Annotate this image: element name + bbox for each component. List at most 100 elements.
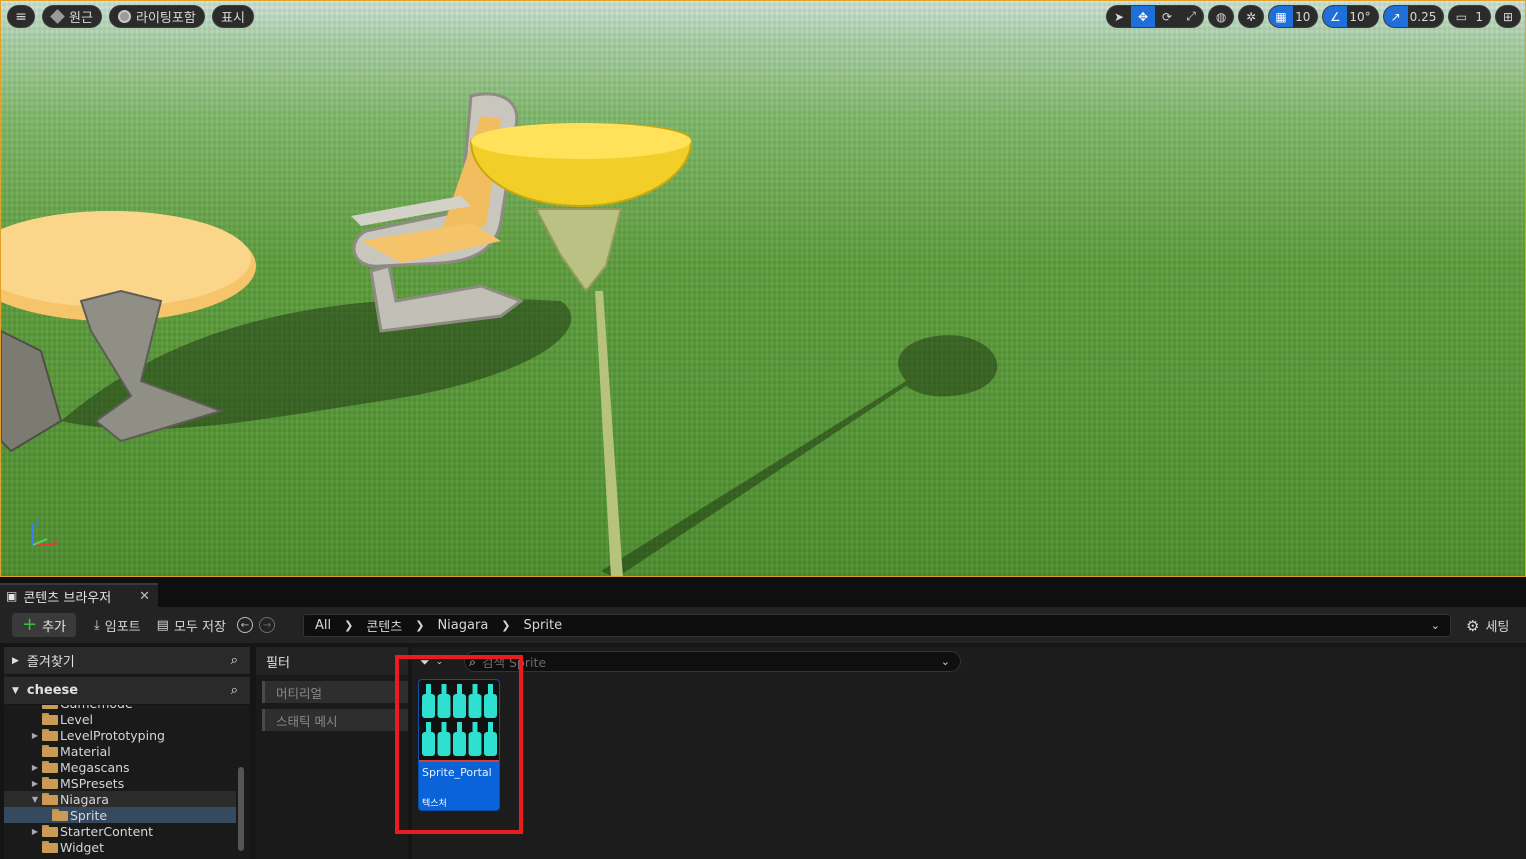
folder-item[interactable]: ▶ Megascans: [4, 759, 236, 775]
breadcrumb-content[interactable]: 콘텐츠: [366, 616, 408, 635]
chevron-right-icon[interactable]: ❯: [337, 619, 366, 632]
folder-item[interactable]: Sprite: [4, 807, 236, 823]
content-browser-tab[interactable]: ▣ 콘텐츠 브라우저 ✕: [0, 583, 158, 607]
show-button[interactable]: 표시: [212, 5, 254, 28]
translate-mode-button[interactable]: ✥: [1131, 6, 1156, 27]
layout-grid-icon: ⊞: [1502, 9, 1514, 24]
folder-icon: [42, 793, 58, 805]
folder-icon: [42, 841, 58, 853]
world-space-button[interactable]: ◍: [1209, 6, 1233, 27]
chevron-right-icon[interactable]: ▶: [30, 779, 40, 788]
breadcrumb-niagara[interactable]: Niagara: [437, 618, 494, 633]
folder-item[interactable]: Widget: [4, 839, 236, 855]
content-browser-icon: ▣: [6, 589, 18, 603]
favorites-label: 즐겨찾기: [26, 655, 75, 670]
import-button[interactable]: ⤓ 임포트: [86, 613, 149, 637]
surface-snap-group: ✲: [1238, 5, 1265, 28]
save-all-button[interactable]: ▤ 모두 저장: [149, 613, 234, 637]
rotation-snap-group: ∠ 10°: [1322, 5, 1379, 28]
select-mode-button[interactable]: ➤: [1107, 6, 1131, 27]
favorites-header[interactable]: ▶ 즐겨찾기 ⌕: [4, 647, 250, 675]
globe-icon: ◍: [1215, 9, 1227, 24]
chevron-right-icon[interactable]: ❯: [494, 619, 523, 632]
scale-snap-toggle[interactable]: ↗: [1383, 6, 1408, 27]
grid-snap-toggle[interactable]: ▦: [1269, 6, 1294, 27]
content-browser-tabbar: ▣ 콘텐츠 브라우저 ✕: [0, 577, 1526, 607]
highlight-annotation: [395, 655, 523, 834]
svg-text:x: x: [53, 536, 58, 545]
folder-item[interactable]: ▶ MSPresets: [4, 775, 236, 791]
folder-item[interactable]: Level: [4, 711, 236, 727]
cursor-icon: ➤: [1114, 9, 1125, 24]
axis-gizmo-icon: z x: [32, 518, 58, 546]
grid-icon: ▦: [1275, 9, 1287, 24]
folder-icon: [42, 729, 58, 741]
grid-snap-value[interactable]: 10: [1293, 10, 1317, 24]
filter-item-static-mesh[interactable]: 스태틱 메시: [262, 709, 408, 731]
asset-search-box[interactable]: ⌕ 검색 Sprite ⌄: [464, 651, 961, 672]
folder-icon: [42, 761, 58, 773]
filter-item-material[interactable]: 머티리얼: [262, 681, 408, 703]
surface-snap-icon: ✲: [1246, 9, 1257, 24]
asset-view[interactable]: [412, 647, 1526, 859]
viewport-menu-button[interactable]: ≡: [7, 5, 35, 28]
chevron-right-icon[interactable]: ▶: [30, 731, 40, 740]
rotate-icon: ⟳: [1162, 9, 1173, 24]
rotation-snap-toggle[interactable]: ∠: [1323, 6, 1348, 27]
chevron-right-icon[interactable]: ▶: [30, 763, 40, 772]
path-breadcrumb: All ❯ 콘텐츠 ❯ Niagara ❯ Sprite ⌄: [303, 614, 1451, 637]
folder-label: Level: [60, 711, 93, 727]
perspective-button[interactable]: 원근: [42, 5, 102, 28]
viewport-scene: [1, 92, 998, 576]
search-icon[interactable]: ⌕: [231, 683, 238, 698]
sources-panel: ▶ 즐겨찾기 ⌕ ▼ cheese ⌕ GamemodeLevel ▶ LevelP…: [4, 647, 250, 859]
scale-snap-value[interactable]: 0.25: [1408, 10, 1444, 24]
folder-label: MSPresets: [60, 775, 125, 791]
folder-icon: [42, 705, 58, 709]
chevron-down-icon[interactable]: ▼: [30, 795, 40, 804]
camera-speed-value[interactable]: 1: [1473, 10, 1490, 24]
chevron-down-icon[interactable]: ⌄: [941, 655, 950, 668]
back-button[interactable]: ←: [236, 617, 253, 633]
save-icon: ▤: [156, 617, 169, 633]
view-mode-button[interactable]: 라이팅포함: [109, 5, 205, 28]
camera-speed-button[interactable]: ▭: [1449, 6, 1473, 27]
breadcrumb-all[interactable]: All: [315, 618, 337, 633]
chevron-down-icon[interactable]: ⌄: [1431, 619, 1440, 632]
folder-item[interactable]: ▶ StarterContent: [4, 823, 236, 839]
breadcrumb-sprite[interactable]: Sprite: [524, 618, 569, 633]
chevron-down-icon: ▼: [12, 685, 19, 696]
folder-label: Material: [60, 743, 111, 759]
folder-label: LevelPrototyping: [60, 727, 165, 743]
folder-item[interactable]: Material: [4, 743, 236, 759]
surface-snap-button[interactable]: ✲: [1239, 6, 1263, 27]
lamp-pole: [595, 291, 623, 576]
level-viewport[interactable]: ≡ 원근 라이팅포함 표시 ➤ ✥ ⟳ ⤢ ◍ ✲ ▦ 10 ∠ 10° ↗ 0…: [0, 0, 1526, 577]
camera-speed-group: ▭ 1: [1448, 5, 1491, 28]
filter-item-label: 스태틱 메시: [276, 713, 338, 729]
scale-icon: ⤢: [1186, 9, 1196, 23]
folder-label: Megascans: [60, 759, 130, 775]
folder-item[interactable]: ▼ Niagara: [4, 791, 236, 807]
filters-panel: 필터 머티리얼 스태틱 메시: [256, 647, 408, 859]
project-header[interactable]: ▼ cheese ⌕: [4, 675, 250, 705]
close-icon[interactable]: ✕: [139, 589, 150, 604]
tree-scrollbar[interactable]: [238, 767, 244, 851]
show-label: 표시: [221, 11, 245, 26]
arrow-left-icon: ←: [240, 619, 250, 631]
chevron-right-icon[interactable]: ❯: [408, 619, 437, 632]
search-icon[interactable]: ⌕: [231, 653, 238, 668]
folder-icon: [42, 713, 58, 725]
folder-item[interactable]: ▶ LevelPrototyping: [4, 727, 236, 743]
viewport-layout-button[interactable]: ⊞: [1496, 6, 1520, 27]
rotation-snap-value[interactable]: 10°: [1347, 10, 1377, 24]
scale-mode-button[interactable]: ⤢: [1179, 6, 1203, 27]
settings-button[interactable]: ⚙ 세팅: [1466, 614, 1509, 637]
rotate-mode-button[interactable]: ⟳: [1155, 6, 1179, 27]
forward-button[interactable]: →: [258, 617, 275, 633]
add-button[interactable]: + 추가: [12, 613, 77, 637]
folder-icon: [42, 825, 58, 837]
perspective-cube-icon: [50, 9, 65, 24]
chevron-right-icon[interactable]: ▶: [30, 827, 40, 836]
perspective-label: 원근: [69, 11, 93, 26]
